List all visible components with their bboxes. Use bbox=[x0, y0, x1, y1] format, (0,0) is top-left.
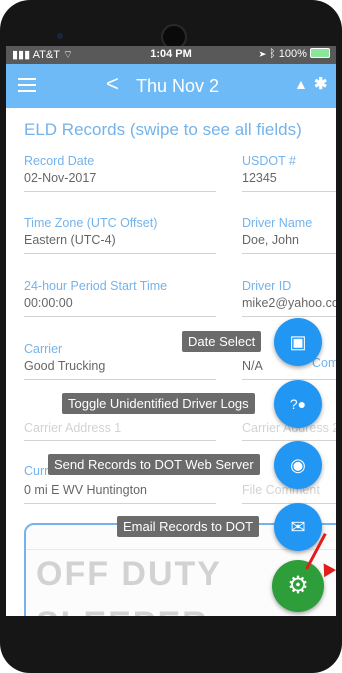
unknown-user-icon: ?● bbox=[289, 396, 307, 412]
wifi-icon: ◉ bbox=[290, 455, 306, 475]
date-select-label[interactable]: Date Select bbox=[182, 331, 262, 352]
mail-icon: ✉ bbox=[290, 517, 306, 537]
screen: ▮▮▮ AT&T ⌔ 1:04 PM ➤ ᛒ 100% < Thu Nov 2 … bbox=[6, 46, 336, 616]
toggle-unidentified-button[interactable]: ?● bbox=[274, 380, 322, 428]
send-records-button[interactable]: ◉ bbox=[274, 441, 322, 489]
email-records-label[interactable]: Email Records to DOT bbox=[117, 516, 260, 537]
date-select-button[interactable]: ▣ bbox=[274, 318, 322, 366]
send-records-label[interactable]: Send Records to DOT Web Server bbox=[48, 454, 260, 475]
calendar-icon: ▣ bbox=[289, 332, 307, 352]
phone-frame: ▮▮▮ AT&T ⌔ 1:04 PM ➤ ᛒ 100% < Thu Nov 2 … bbox=[0, 0, 342, 673]
email-records-button[interactable]: ✉ bbox=[274, 503, 322, 551]
settings-fab[interactable]: ⚙ bbox=[272, 560, 324, 612]
gear-icon: ⚙ bbox=[287, 572, 309, 599]
front-sensor bbox=[57, 33, 63, 39]
toggle-unidentified-label[interactable]: Toggle Unidentified Driver Logs bbox=[62, 393, 255, 414]
